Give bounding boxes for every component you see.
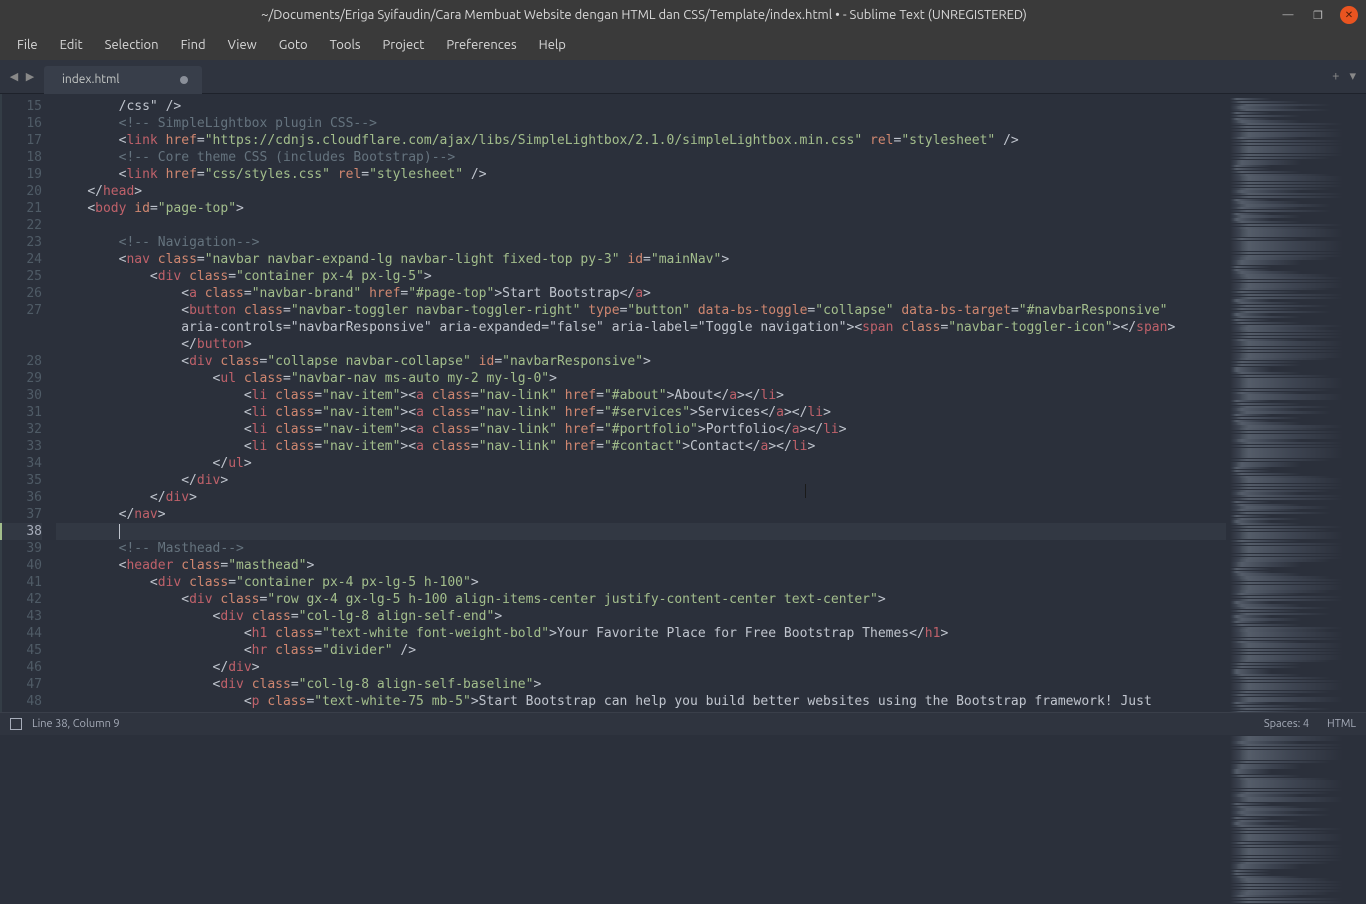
code-line[interactable]: <hr class="divider" /> [56, 642, 1226, 659]
code-line[interactable]: </ul> [56, 455, 1226, 472]
code-line[interactable]: /css" /> [56, 98, 1226, 115]
line-gutter[interactable]: 1516171819202122232425262728293031323334… [0, 94, 56, 716]
editor-area[interactable]: 1516171819202122232425262728293031323334… [0, 94, 1366, 716]
menu-preferences[interactable]: Preferences [435, 33, 527, 57]
menu-find[interactable]: Find [170, 33, 217, 57]
code-line[interactable]: <link href="https://cdnjs.cloudflare.com… [56, 132, 1226, 149]
close-button[interactable]: ✕ [1340, 6, 1358, 24]
code-line[interactable]: <li class="nav-item"><a class="nav-link"… [56, 421, 1226, 438]
status-cursor-position[interactable]: Line 38, Column 9 [32, 718, 120, 730]
code-line[interactable] [56, 217, 1226, 234]
code-line[interactable]: <li class="nav-item"><a class="nav-link"… [56, 404, 1226, 421]
code-line[interactable]: <!-- Navigation--> [56, 234, 1226, 251]
code-line[interactable]: <div class="collapse navbar-collapse" id… [56, 353, 1226, 370]
code-line[interactable]: </head> [56, 183, 1226, 200]
tab-index-html[interactable]: index.html [44, 66, 202, 94]
code-line[interactable]: </div> [56, 659, 1226, 676]
menu-bar: File Edit Selection Find View Goto Tools… [0, 30, 1366, 60]
panel-switch-icon[interactable] [10, 718, 22, 730]
window-controls: — ❐ ✕ [1280, 6, 1358, 24]
code-line[interactable]: <p class="text-white-75 mb-5">Start Boot… [56, 693, 1226, 710]
code-line[interactable]: <div class="col-lg-8 align-self-baseline… [56, 676, 1226, 693]
tab-label: index.html [62, 73, 120, 86]
code-line[interactable]: </button> [56, 336, 1226, 353]
menu-view[interactable]: View [217, 33, 268, 57]
nav-forward-icon[interactable]: ▶ [22, 67, 38, 87]
code-line[interactable]: <div class="row gx-4 gx-lg-5 h-100 align… [56, 591, 1226, 608]
title-bar: ~/Documents/Eriga Syifaudin/Cara Membuat… [0, 0, 1366, 30]
menu-goto[interactable]: Goto [268, 33, 319, 57]
code-line[interactable]: <div class="container px-4 px-lg-5 h-100… [56, 574, 1226, 591]
code-line[interactable]: <link href="css/styles.css" rel="stylesh… [56, 166, 1226, 183]
code-line[interactable]: <body id="page-top"> [56, 200, 1226, 217]
new-tab-icon[interactable]: + [1332, 69, 1339, 84]
status-syntax[interactable]: HTML [1327, 718, 1356, 730]
code-line[interactable]: <a class="navbar-brand" href="#page-top"… [56, 285, 1226, 302]
minimap[interactable] [1226, 94, 1366, 716]
code-line[interactable] [56, 523, 1226, 540]
tab-bar: ◀ ▶ index.html + ▾ [0, 60, 1366, 94]
code-line[interactable]: </div> [56, 489, 1226, 506]
code-line[interactable]: <!-- Masthead--> [56, 540, 1226, 557]
menu-help[interactable]: Help [528, 33, 577, 57]
status-bar: Line 38, Column 9 Spaces: 4 HTML [0, 712, 1366, 735]
code-line[interactable]: <!-- Core theme CSS (includes Bootstrap)… [56, 149, 1226, 166]
code-line[interactable]: <header class="masthead"> [56, 557, 1226, 574]
text-cursor-icon [805, 484, 806, 498]
code-line[interactable]: </div> [56, 472, 1226, 489]
menu-selection[interactable]: Selection [94, 33, 170, 57]
code-line[interactable]: <li class="nav-item"><a class="nav-link"… [56, 387, 1226, 404]
tab-menu-icon[interactable]: ▾ [1349, 69, 1356, 84]
nav-back-icon[interactable]: ◀ [6, 67, 22, 87]
menu-edit[interactable]: Edit [49, 33, 94, 57]
window-title: ~/Documents/Eriga Syifaudin/Cara Membuat… [8, 8, 1280, 22]
code-line[interactable]: <h1 class="text-white font-weight-bold">… [56, 625, 1226, 642]
tab-dirty-icon [180, 76, 188, 84]
code-line[interactable]: aria-controls="navbarResponsive" aria-ex… [56, 319, 1226, 336]
minimize-button[interactable]: — [1280, 7, 1296, 23]
menu-file[interactable]: File [6, 33, 49, 57]
code-line[interactable]: <!-- SimpleLightbox plugin CSS--> [56, 115, 1226, 132]
menu-tools[interactable]: Tools [319, 33, 372, 57]
code-line[interactable]: <div class="col-lg-8 align-self-end"> [56, 608, 1226, 625]
code-line[interactable]: <li class="nav-item"><a class="nav-link"… [56, 438, 1226, 455]
code-line[interactable]: <button class="navbar-toggler navbar-tog… [56, 302, 1226, 319]
code-line[interactable]: </nav> [56, 506, 1226, 523]
code-area[interactable]: /css" /> <!-- SimpleLightbox plugin CSS-… [56, 94, 1226, 716]
code-line[interactable]: <ul class="navbar-nav ms-auto my-2 my-lg… [56, 370, 1226, 387]
maximize-button[interactable]: ❐ [1310, 7, 1326, 23]
status-indentation[interactable]: Spaces: 4 [1264, 718, 1309, 730]
code-line[interactable]: <nav class="navbar navbar-expand-lg navb… [56, 251, 1226, 268]
code-line[interactable]: <div class="container px-4 px-lg-5"> [56, 268, 1226, 285]
menu-project[interactable]: Project [372, 33, 436, 57]
